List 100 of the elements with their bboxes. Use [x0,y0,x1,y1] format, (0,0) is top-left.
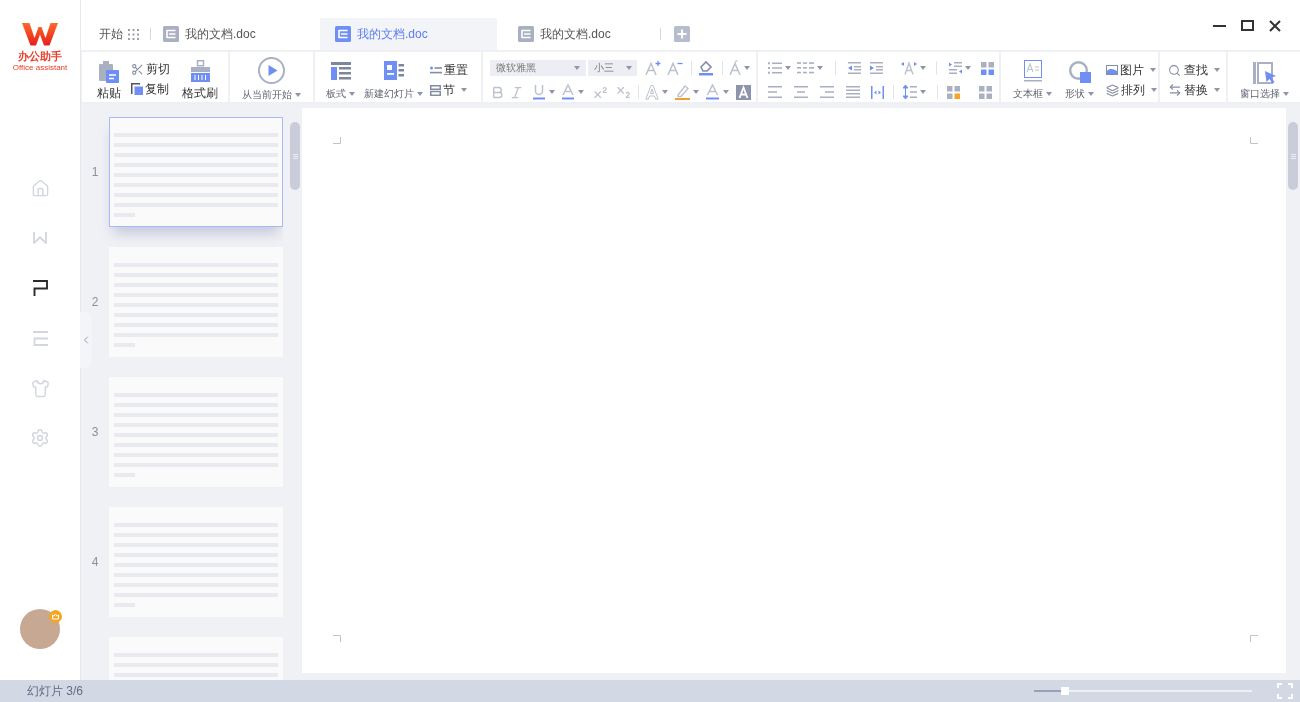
eraser-icon[interactable] [698,60,714,76]
text-box-button[interactable]: 文本框 [1013,52,1052,102]
crop-mark-icon [333,137,341,144]
increase-indent-icon[interactable] [870,62,883,74]
letter-a-bar-icon[interactable] [706,84,719,100]
zoom-slider-thumb[interactable] [1060,687,1069,695]
e-letter-icon[interactable] [32,330,48,346]
decrease-indent-icon[interactable] [848,62,861,74]
slide-counter: 幻灯片 3/6 [27,684,83,698]
new-slide-icon [383,61,404,80]
align-center-icon[interactable] [794,86,808,98]
caret-icon[interactable] [744,66,750,70]
grid-squares-icon[interactable] [947,85,960,99]
document-tab[interactable]: 我的文档.doc [320,18,497,50]
grid-dots-icon [128,28,139,40]
caret-icon[interactable] [965,66,971,70]
slide-number: 3 [91,425,99,439]
crown-badge-icon [49,610,62,623]
letter-a-plus-icon[interactable] [645,60,661,76]
caret-icon [1088,92,1094,96]
highlighter-icon[interactable] [675,84,690,100]
dashed-list-icon[interactable] [797,62,814,74]
arrange-button[interactable]: 排列 [1106,83,1157,97]
caret-icon[interactable] [662,90,668,94]
crop-mark-icon [1250,137,1258,144]
font-name-dropdown[interactable]: 微软雅黑 [490,60,586,76]
new-slide-button[interactable]: 新建幻灯片 [364,52,423,102]
letter-a-minus-icon[interactable] [667,60,683,76]
text-box-icon [1023,60,1042,82]
picture-icon [1106,65,1118,75]
section-button[interactable]: 节 [430,83,468,97]
start-tab[interactable]: 开始 [99,25,139,43]
add-tab-icon[interactable] [674,26,690,42]
outlined-letter-a-icon[interactable] [645,84,659,100]
slide-thumbnail[interactable] [109,117,283,227]
w-letter-icon[interactable] [33,232,47,244]
caret-icon[interactable] [549,90,555,94]
font-size-dropdown[interactable]: 小三 [588,60,637,76]
letter-a-accent-icon[interactable] [729,60,741,76]
grip-icon [1290,153,1296,159]
slide-number: 4 [91,555,99,569]
replace-button[interactable]: 替换 [1168,83,1220,97]
cut-button[interactable]: 剪切 [131,62,170,76]
section-icon [430,84,441,96]
paragraph-spacing-icon[interactable] [949,61,962,75]
format-painter-button[interactable]: 格式刷 [182,52,218,102]
scrollbar-thumb[interactable] [1288,122,1298,190]
distribute-icon[interactable] [871,85,884,99]
line-spacing-icon[interactable] [903,85,917,99]
caret-icon [574,66,580,70]
caret-icon [1151,88,1157,92]
italic-icon[interactable] [509,84,524,100]
shaded-letter-a-icon[interactable] [736,84,751,100]
align-left-icon[interactable] [768,86,782,98]
p-letter-icon[interactable] [32,280,48,296]
letter-a-bar-icon[interactable] [562,84,574,100]
caret-icon[interactable] [920,66,926,70]
scrollbar-thumb[interactable] [290,122,300,190]
caret-icon[interactable] [817,66,823,70]
swap-arrows-icon [1168,83,1182,97]
settings-icon[interactable] [30,428,50,448]
copy-button[interactable]: 复制 [131,82,170,96]
bulleted-list-icon[interactable] [768,62,782,74]
paste-button[interactable]: 粘贴 [97,52,121,102]
caret-icon[interactable] [723,90,729,94]
grid-squares-icon[interactable] [979,85,992,99]
picture-button[interactable]: 图片 [1106,63,1157,77]
fullscreen-icon[interactable] [1277,683,1293,699]
underline-icon[interactable] [533,84,545,100]
caret-icon[interactable] [785,66,791,70]
scissors-icon [131,62,144,76]
shape-button[interactable]: 形状 [1065,52,1094,102]
caret-icon[interactable] [693,90,699,94]
collapse-panel-button[interactable] [80,312,92,368]
maximize-icon[interactable] [1241,20,1254,31]
zoom-slider[interactable] [1034,687,1252,695]
slide-thumbnail[interactable] [109,637,283,680]
caret-icon [417,92,423,96]
text-direction-icon[interactable] [901,61,917,75]
slide-number: 2 [91,295,99,309]
grid-squares-icon[interactable] [981,61,994,75]
find-button[interactable]: 查找 [1168,63,1220,77]
minimize-icon[interactable] [1213,24,1226,27]
layout-button[interactable]: 板式 [326,52,355,102]
layout-icon [330,62,351,80]
align-right-icon[interactable] [820,86,834,98]
shirt-icon[interactable] [30,378,50,398]
close-icon[interactable] [1269,19,1281,32]
caret-icon[interactable] [920,90,926,94]
caret-icon [1150,68,1156,72]
justify-icon[interactable] [846,86,860,98]
window-cursor-icon [1252,62,1276,84]
caret-icon[interactable] [578,90,584,94]
reset-button[interactable]: 重置 [430,63,468,77]
layers-icon [1106,83,1119,97]
caret-icon [349,92,355,96]
avatar[interactable] [20,609,60,649]
bold-icon[interactable] [490,84,505,100]
caret-icon [1046,92,1052,96]
home-icon[interactable] [30,178,50,198]
